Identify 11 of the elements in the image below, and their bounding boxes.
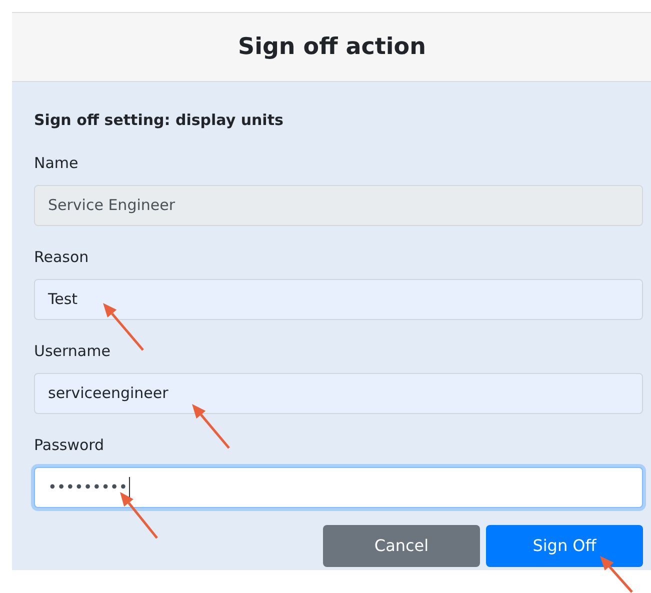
field-label: Password (34, 435, 106, 456)
field-label: Name (34, 153, 80, 174)
sign-off-button[interactable]: Sign Off (486, 525, 643, 567)
cancel-button[interactable]: Cancel (323, 525, 480, 567)
field-label: Reason (34, 247, 90, 268)
dialog-title: Sign off action (238, 32, 426, 62)
input-field[interactable]: Test (34, 279, 643, 320)
input-field[interactable]: ••••••••• (34, 467, 643, 508)
field-label: Username (34, 341, 112, 362)
input-field[interactable]: serviceengineer (34, 373, 643, 414)
section-title: Sign off setting: display units (34, 110, 284, 131)
